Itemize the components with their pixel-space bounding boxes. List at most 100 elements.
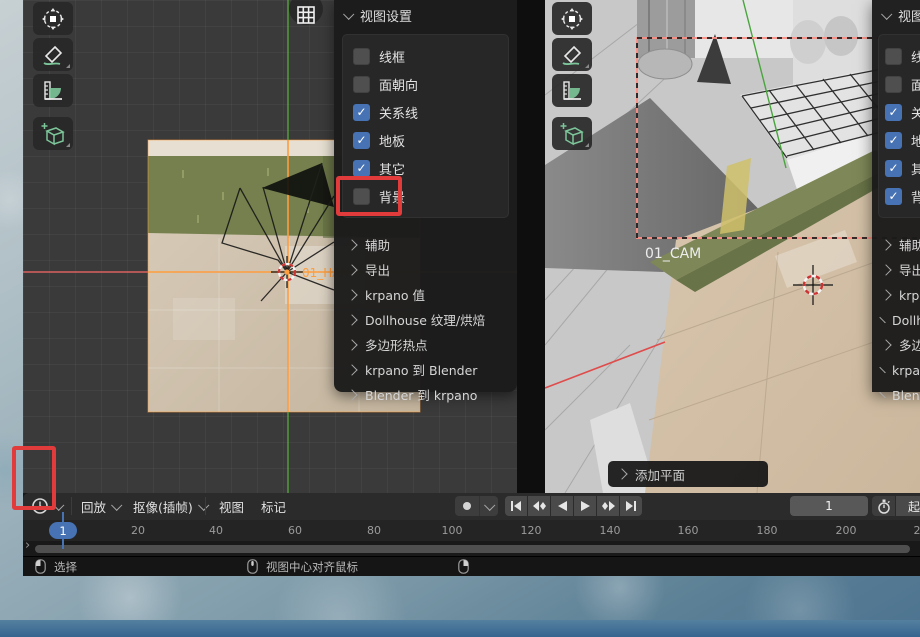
floor-checkbox[interactable]: ✓	[885, 132, 902, 149]
annotate-tool-button[interactable]	[552, 38, 592, 71]
expand-arrow-icon[interactable]: ›	[25, 538, 30, 553]
subtool-corner	[66, 143, 70, 147]
section-dollhouse-bake[interactable]: Dollhouse 纹理/烘焙	[348, 307, 511, 332]
chevron-right-icon	[346, 289, 357, 300]
record-dot-icon	[462, 501, 472, 511]
measure-tool-button[interactable]	[33, 74, 73, 107]
checkbox-row-face-orientation[interactable]: ✓ 面朝向	[353, 70, 498, 98]
checkbox-row-wireframe[interactable]: ✓ 线框	[885, 42, 920, 70]
chevron-down-icon	[111, 500, 122, 511]
viewport-right[interactable]: 01_CAM	[545, 0, 920, 493]
desktop-wallpaper-band	[0, 620, 920, 637]
viewport-left[interactable]: 01_HAN	[23, 0, 517, 493]
status-hint-center-view: 视图中心对齐鼠标	[247, 557, 358, 576]
separator	[205, 497, 206, 515]
play-reverse-button[interactable]	[551, 496, 573, 516]
keying-menu[interactable]: 抠像(插帧)	[127, 493, 213, 519]
checkbox-row-relationship-lines[interactable]: ✓ 关系线	[353, 98, 498, 126]
timeline-scrollbar[interactable]	[35, 545, 910, 553]
ruler-tick: 160	[678, 524, 699, 537]
status-hint-select: 选择	[35, 557, 77, 576]
chevron-right-icon	[346, 239, 357, 250]
face-orientation-checkbox[interactable]: ✓	[885, 76, 902, 93]
other-checkbox[interactable]: ✓	[885, 160, 902, 177]
frame-start-field[interactable]: 起始	[896, 496, 920, 516]
checkbox-label: 其它	[379, 159, 405, 178]
viewport-divider[interactable]	[517, 0, 545, 493]
auto-key-record-button[interactable]	[455, 496, 479, 516]
wireframe-checkbox[interactable]: ✓	[885, 48, 902, 65]
checkbox-row-floor[interactable]: ✓ 地板	[353, 126, 498, 154]
current-frame-playhead-badge[interactable]: 1	[49, 522, 77, 539]
section-auxiliary[interactable]: 辅助	[882, 232, 920, 257]
section-blender-to-krpano[interactable]: Blender 到 krpano	[882, 382, 920, 407]
timeline-ruler[interactable]: 20 40 60 80 100 120 140 160 180 200 220 …	[23, 520, 920, 541]
next-keyframe-button[interactable]	[597, 496, 619, 516]
navigate-tool-button[interactable]	[33, 2, 73, 35]
chevron-right-icon	[346, 314, 357, 325]
add-cube-tool-button[interactable]	[552, 117, 592, 150]
current-frame-field[interactable]: 1	[790, 496, 868, 516]
checkbox-row-floor[interactable]: ✓ 地板	[885, 126, 920, 154]
annotate-tool-button[interactable]	[33, 38, 73, 71]
play-button[interactable]	[574, 496, 596, 516]
operator-label: 添加平面	[635, 465, 685, 484]
npanel-header[interactable]: 视图设置	[872, 0, 920, 30]
measure-tool-button[interactable]	[552, 74, 592, 107]
annotation-box-background-checkbox	[336, 176, 402, 216]
playback-menu[interactable]: 回放	[75, 493, 126, 519]
other-checkbox[interactable]: ✓	[353, 160, 370, 177]
separator	[71, 497, 72, 515]
chevron-down-icon	[881, 9, 892, 20]
auto-key-dropdown[interactable]	[479, 496, 498, 516]
mouse-middle-icon	[247, 559, 258, 574]
section-auxiliary[interactable]: 辅助	[348, 232, 511, 257]
relationship-lines-checkbox[interactable]: ✓	[353, 104, 370, 121]
blender-window: 01_HAN	[23, 0, 920, 575]
checkbox-label: 地板	[379, 131, 405, 150]
jump-to-end-button[interactable]	[620, 496, 642, 516]
checkbox-row-relationship-lines[interactable]: ✓ 关系线	[885, 98, 920, 126]
jump-to-start-button[interactable]	[505, 496, 527, 516]
section-krpano-to-blender[interactable]: krpano 到 Blender	[882, 357, 920, 382]
mouse-right-icon	[458, 559, 469, 574]
floor-checkbox[interactable]: ✓	[353, 132, 370, 149]
checkbox-row-background[interactable]: ✓ 背景	[885, 182, 920, 210]
prev-keyframe-button[interactable]	[528, 496, 550, 516]
popover-header[interactable]: 视图设置	[334, 0, 517, 30]
section-dollhouse-bake[interactable]: Dollhouse 纹理/烘焙	[882, 307, 920, 332]
add-cube-tool-button[interactable]	[33, 117, 73, 150]
section-export[interactable]: 导出	[882, 257, 920, 282]
marker-menu[interactable]: 标记	[255, 493, 292, 519]
view-menu[interactable]: 视图	[213, 493, 250, 519]
subtool-corner	[66, 64, 70, 68]
checkbox-row-face-orientation[interactable]: ✓ 面朝向	[885, 70, 920, 98]
wireframe-checkbox[interactable]: ✓	[353, 48, 370, 65]
checkbox-row-wireframe[interactable]: ✓ 线框	[353, 42, 498, 70]
navigate-tool-button[interactable]	[552, 2, 592, 35]
relationship-lines-checkbox[interactable]: ✓	[885, 104, 902, 121]
ruler-tick: 180	[757, 524, 778, 537]
chevron-right-icon	[346, 389, 357, 400]
face-orientation-checkbox[interactable]: ✓	[353, 76, 370, 93]
background-checkbox[interactable]: ✓	[885, 188, 902, 205]
mouse-left-icon	[35, 559, 46, 574]
section-polygon-hotspot[interactable]: 多边形热点	[348, 332, 511, 357]
timeline-track-area[interactable]: ›	[23, 541, 920, 556]
timeline-editor: 回放 抠像(插帧) 视图 标记	[23, 493, 920, 556]
checkbox-row-other[interactable]: ✓ 其它	[885, 154, 920, 182]
section-export[interactable]: 导出	[348, 257, 511, 282]
add-plane-operator-panel[interactable]: 添加平面	[608, 461, 768, 487]
section-polygon-hotspot[interactable]: 多边形热点	[882, 332, 920, 357]
section-krpano-values[interactable]: krpano 值	[882, 282, 920, 307]
section-krpano-to-blender[interactable]: krpano 到 Blender	[348, 357, 511, 382]
subtool-corner	[585, 64, 589, 68]
npanel-title: 视图设置	[898, 6, 920, 25]
section-blender-to-krpano[interactable]: Blender 到 krpano	[348, 382, 511, 407]
auto-key-group	[455, 496, 498, 516]
ruler-tick: 200	[836, 524, 857, 537]
transport-controls	[505, 496, 642, 516]
use-preview-range-button[interactable]	[872, 496, 895, 516]
section-krpano-values[interactable]: krpano 值	[348, 282, 511, 307]
ruler-tick: 60	[288, 524, 302, 537]
